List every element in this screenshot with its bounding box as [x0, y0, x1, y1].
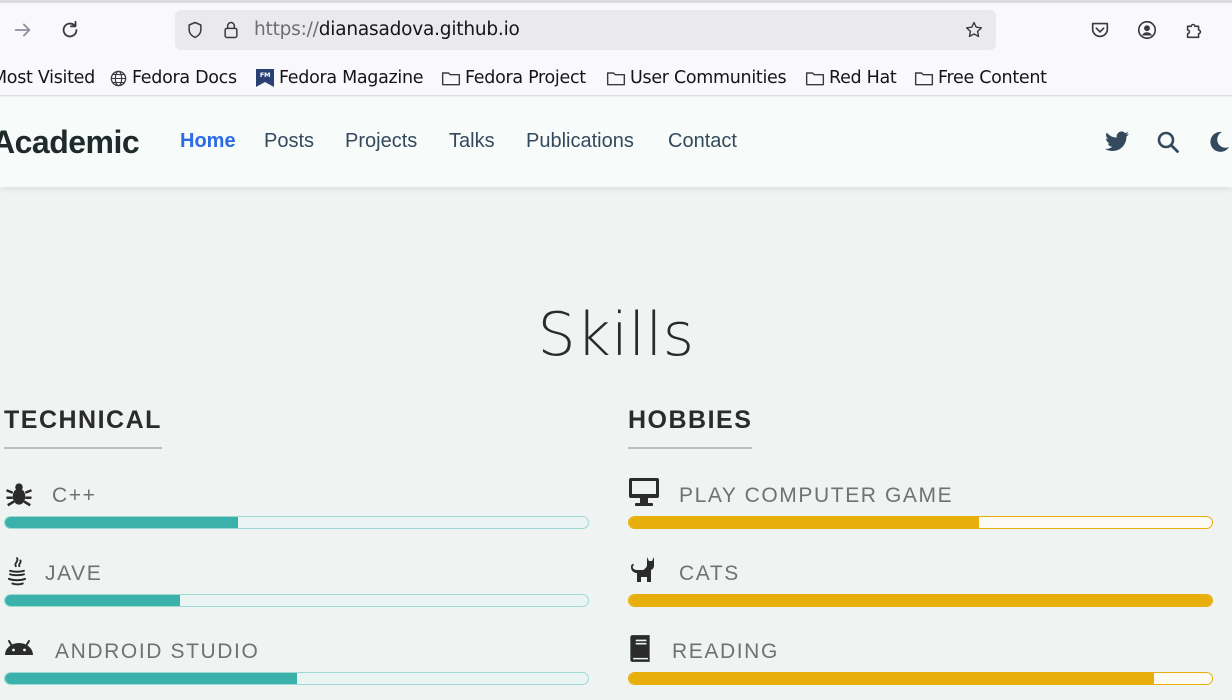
technical-heading: TECHNICAL: [4, 406, 162, 449]
folder-icon: [914, 68, 934, 88]
skill-bar-fill: [5, 595, 180, 606]
folder-icon: [441, 68, 461, 88]
bookmark-fedora-project[interactable]: Fedora Project: [441, 65, 586, 91]
tab-strip-edge: [0, 0, 1232, 3]
bookmark-label: Fedora Docs: [132, 68, 237, 88]
bookmark-most-visited[interactable]: Most Visited: [0, 65, 95, 91]
twitter-icon[interactable]: [1103, 128, 1131, 156]
svg-text:FM: FM: [260, 71, 270, 79]
address-bar[interactable]: https://dianasadova.github.io: [175, 10, 996, 50]
url-scheme: https://: [254, 19, 319, 40]
bug-icon: [2, 477, 36, 511]
skill-bar-fill: [629, 673, 1154, 684]
extensions-button[interactable]: [1180, 16, 1208, 44]
skill-bar-cats: [628, 594, 1213, 607]
java-icon: [0, 555, 34, 589]
nav-posts[interactable]: Posts: [264, 130, 314, 153]
site-brand[interactable]: Academic: [0, 124, 140, 161]
skill-bar-jave: [4, 594, 589, 607]
bookmark-red-hat[interactable]: Red Hat: [805, 65, 897, 91]
skills-heading: Skills: [537, 300, 695, 370]
shield-icon[interactable]: [185, 20, 205, 40]
url-host: dianasadova.github.io: [318, 19, 520, 40]
skill-label-reading: READING: [672, 640, 779, 663]
nav-talks[interactable]: Talks: [449, 130, 495, 153]
skill-bar-cpp: [4, 516, 589, 529]
url-text[interactable]: https://dianasadova.github.io: [254, 20, 520, 40]
bookmark-label: Red Hat: [829, 68, 897, 88]
bookmark-label: Free Content: [938, 68, 1047, 88]
bookmark-label: Fedora Project: [465, 68, 586, 88]
skill-bar-reading: [628, 672, 1213, 685]
skill-bar-fill: [5, 517, 239, 528]
cat-icon: [626, 553, 660, 587]
skill-label-cats: CATS: [679, 562, 740, 585]
site-navbar: Academic Home Posts Projects Talks Publi…: [0, 97, 1232, 187]
android-icon: [2, 630, 36, 664]
puzzle-icon: [1186, 23, 1202, 39]
skill-label-cpp: C++: [52, 484, 97, 507]
pocket-icon: [1091, 22, 1109, 38]
desktop-icon: [627, 475, 661, 509]
reload-icon: [62, 20, 78, 38]
account-icon: [1137, 20, 1157, 40]
moon-icon[interactable]: [1205, 128, 1232, 156]
skill-label-play-computer-game: PLAY COMPUTER GAME: [679, 484, 954, 507]
bookmarks-toolbar: Most Visited Fedora Docs FM Fedora Magaz…: [0, 60, 1232, 96]
pocket-button[interactable]: [1086, 16, 1114, 44]
bookmark-label: Most Visited: [0, 68, 95, 88]
skill-label-android-studio: ANDROID STUDIO: [55, 640, 260, 663]
fm-icon: FM: [255, 68, 275, 88]
bookmark-label: Fedora Magazine: [279, 68, 424, 88]
arrow-right-icon: [14, 23, 31, 37]
nav-contact[interactable]: Contact: [668, 130, 737, 153]
bookmark-user-communities[interactable]: User Communities: [606, 65, 787, 91]
bookmark-free-content[interactable]: Free Content: [914, 65, 1047, 91]
lock-icon[interactable]: [221, 20, 241, 40]
skill-bar-fill: [629, 517, 979, 528]
account-button[interactable]: [1133, 16, 1161, 44]
skill-bar-fill: [5, 673, 297, 684]
bookmark-label: User Communities: [630, 68, 787, 88]
skill-label-jave: JAVE: [45, 562, 103, 585]
reload-button[interactable]: [56, 16, 84, 44]
nav-home[interactable]: Home: [180, 130, 236, 153]
star-icon[interactable]: [964, 20, 984, 40]
search-icon[interactable]: [1154, 128, 1182, 156]
folder-icon: [805, 68, 825, 88]
skill-bar-android-studio: [4, 672, 589, 685]
bookmark-fedora-docs[interactable]: Fedora Docs: [108, 65, 237, 91]
bookmark-fedora-magazine[interactable]: FM Fedora Magazine: [255, 65, 424, 91]
globe-icon: [108, 68, 128, 88]
nav-publications[interactable]: Publications: [526, 130, 634, 153]
folder-icon: [606, 68, 626, 88]
skill-bar-play-computer-game: [628, 516, 1213, 529]
browser-toolbar: https://dianasadova.github.io: [0, 0, 1232, 60]
hobbies-heading: HOBBIES: [628, 406, 753, 449]
skill-bar-fill: [629, 595, 1212, 606]
book-icon: [623, 632, 657, 666]
forward-button[interactable]: [9, 16, 37, 44]
nav-projects[interactable]: Projects: [345, 130, 417, 153]
